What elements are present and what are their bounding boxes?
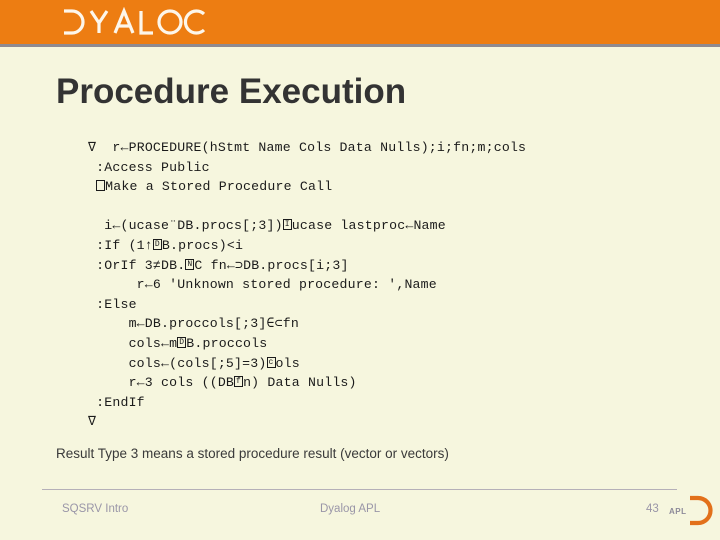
header-divider [0, 44, 720, 47]
footer-page-number: 43 [646, 503, 659, 515]
code-line: cols←m D B.proccols [88, 335, 268, 351]
code-line: :Else [88, 296, 137, 312]
header-band [0, 0, 720, 44]
footer: SQSRV Intro Dyalog APL 43 [42, 495, 677, 525]
missing-glyph-box: D [177, 336, 187, 348]
code-line: i←(ucase¨DB.procs[;3]) Iucase lastproc←Na… [88, 218, 446, 234]
page-title: Procedure Execution [56, 72, 407, 111]
code-line: ∇ [88, 414, 97, 430]
slide-canvas: Procedure Execution ∇ r←PROCEDURE(hStmt … [0, 0, 720, 540]
code-line: :OrIf 3≠DB. N C fn←⊃DB.procs[i;3] [88, 257, 349, 273]
dyalog-apl-footer-logo: APL [668, 494, 714, 528]
missing-glyph-box [96, 180, 106, 192]
missing-glyph-box: f [234, 376, 244, 388]
code-line: r←3 cols ((DB f n) Data Nulls) [88, 375, 357, 391]
footer-divider [42, 489, 677, 490]
code-line: cols←(cols[;5]=3) c ols [88, 355, 300, 371]
missing-glyph-box: N [185, 258, 195, 270]
code-line: ∇ r←PROCEDURE(hStmt Name Cols Data Nulls… [88, 140, 527, 155]
footer-left-label: SQSRV Intro [62, 503, 129, 515]
apl-code-block: ∇ r←PROCEDURE(hStmt Name Cols Data Nulls… [88, 138, 648, 432]
code-line: m←DB.proccols[;3]∈⊂fn [88, 316, 300, 332]
missing-glyph-box: c [266, 356, 276, 368]
caption-text: Result Type 3 means a stored procedure r… [56, 446, 449, 461]
code-line: :Access Public [88, 159, 210, 175]
missing-glyph-box: D [152, 238, 162, 250]
footer-center-label: Dyalog APL [320, 503, 381, 515]
svg-text:APL: APL [669, 507, 687, 516]
code-line: :If (1↑ D B.procs)<i [88, 237, 244, 253]
missing-glyph-box: I [282, 219, 292, 231]
code-line: Make a Stored Procedure Call [88, 177, 648, 197]
code-line: :EndIf [88, 394, 145, 410]
code-line: r←6 'Unknown stored procedure: ',Name [88, 277, 437, 293]
dyalog-logo [60, 7, 210, 37]
